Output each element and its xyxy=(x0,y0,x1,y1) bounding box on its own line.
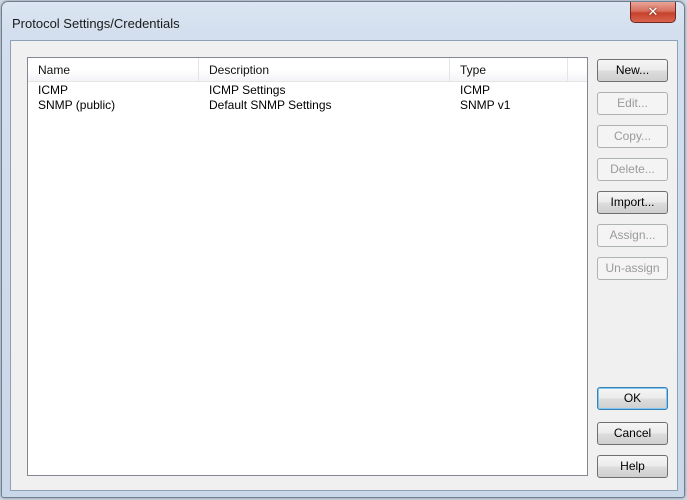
list-row[interactable]: SNMP (public) Default SNMP Settings SNMP… xyxy=(28,98,587,113)
cell-type: ICMP xyxy=(460,83,490,97)
cell-type: SNMP v1 xyxy=(460,98,511,112)
window-title: Protocol Settings/Credentials xyxy=(12,16,180,31)
list-row[interactable]: ICMP ICMP Settings ICMP xyxy=(28,83,587,98)
list-rows: ICMP ICMP Settings ICMP SNMP (public) De… xyxy=(28,83,587,113)
column-header-name[interactable]: Name xyxy=(28,58,199,82)
help-button[interactable]: Help xyxy=(597,455,668,478)
assign-button[interactable]: Assign... xyxy=(597,224,668,247)
cancel-button[interactable]: Cancel xyxy=(597,422,668,445)
credentials-list[interactable]: Name Description Type ICMP ICMP Settings… xyxy=(27,57,588,476)
column-header-type[interactable]: Type xyxy=(450,58,568,82)
import-button[interactable]: Import... xyxy=(597,191,668,214)
dialog-body: Name Description Type ICMP ICMP Settings… xyxy=(10,40,678,491)
ok-button[interactable]: OK xyxy=(597,387,668,410)
column-header-description[interactable]: Description xyxy=(199,58,450,82)
cell-description: ICMP Settings xyxy=(209,83,286,97)
column-header-filler xyxy=(568,58,587,82)
cell-name: ICMP xyxy=(38,83,68,97)
close-icon: ✕ xyxy=(647,4,659,20)
list-header: Name Description Type xyxy=(28,58,587,82)
edit-button[interactable]: Edit... xyxy=(597,92,668,115)
title-bar[interactable]: Protocol Settings/Credentials ✕ xyxy=(2,2,684,40)
copy-button[interactable]: Copy... xyxy=(597,125,668,148)
cell-description: Default SNMP Settings xyxy=(209,98,332,112)
new-button[interactable]: New... xyxy=(597,59,668,82)
dialog-window: Protocol Settings/Credentials ✕ Name Des… xyxy=(1,1,685,498)
delete-button[interactable]: Delete... xyxy=(597,158,668,181)
cell-name: SNMP (public) xyxy=(38,98,116,112)
close-button[interactable]: ✕ xyxy=(630,2,676,23)
unassign-button[interactable]: Un-assign xyxy=(597,257,668,280)
